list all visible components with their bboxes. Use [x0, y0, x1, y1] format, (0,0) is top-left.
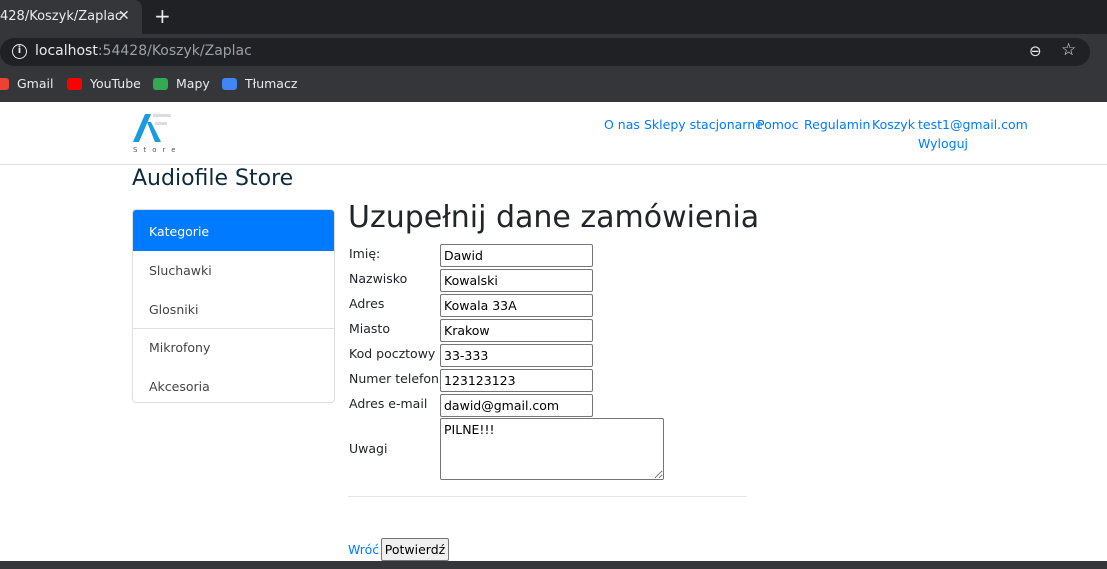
- sidebar-item-akcesoria[interactable]: Akcesoria: [133, 367, 334, 403]
- svg-text:Store: Store: [133, 146, 175, 154]
- bookmark-tlumacz[interactable]: Tłumacz: [222, 76, 297, 91]
- label-nazwisko: Nazwisko: [349, 271, 408, 286]
- sidebar-item-glosniki[interactable]: Glosniki: [133, 290, 334, 329]
- email-input[interactable]: [440, 394, 593, 417]
- bookmark-label: YouTube: [90, 76, 141, 91]
- maps-icon: [153, 78, 168, 90]
- label-kod: Kod pocztowy: [349, 346, 436, 361]
- nav-link-o-nas[interactable]: O nas: [604, 117, 640, 132]
- youtube-icon: [67, 78, 82, 90]
- zoom-icon[interactable]: ⊖: [1029, 42, 1042, 60]
- bookmark-label: Mapy: [176, 76, 210, 91]
- label-imie: Imię:: [349, 246, 381, 261]
- label-uwagi: Uwagi: [349, 441, 388, 456]
- bookmark-mapy[interactable]: Mapy: [153, 76, 210, 91]
- gmail-icon: [0, 78, 9, 90]
- translate-icon: [222, 78, 237, 90]
- back-link[interactable]: Wróć: [348, 542, 379, 557]
- nav-link-pomoc[interactable]: Pomoc: [757, 117, 798, 132]
- bookmark-label: Gmail: [17, 76, 54, 91]
- url-path: :54428/Koszyk/Zaplac: [97, 43, 252, 59]
- bookmark-youtube[interactable]: YouTube: [67, 76, 141, 91]
- nav-link-regulamin[interactable]: Regulamin: [804, 117, 870, 132]
- city-input[interactable]: [440, 319, 593, 342]
- bookmark-label: Tłumacz: [245, 76, 298, 91]
- new-tab-icon[interactable]: +: [154, 4, 171, 28]
- url-text[interactable]: localhost:54428/Koszyk/Zaplac: [35, 43, 252, 59]
- bookmark-gmail[interactable]: Gmail: [0, 76, 53, 91]
- info-icon[interactable]: i: [12, 44, 27, 59]
- sidebar-item-kategorie[interactable]: Kategorie: [133, 210, 334, 251]
- postal-code-input[interactable]: [440, 344, 593, 367]
- sidebar-item-sluchawki[interactable]: Sluchawki: [133, 251, 334, 290]
- bottom-bar: [0, 561, 1107, 569]
- sidebar-item-mikrofony[interactable]: Mikrofony: [133, 328, 334, 367]
- category-sidebar: Kategorie Sluchawki Glosniki Mikrofony A…: [132, 209, 335, 403]
- phone-input[interactable]: [440, 369, 593, 392]
- first-name-input[interactable]: [440, 244, 593, 267]
- nav-link-koszyk[interactable]: Koszyk: [872, 117, 915, 132]
- page-title: Uzupełnij dane zamówienia: [348, 200, 760, 235]
- close-tab-icon[interactable]: ✕: [118, 8, 130, 24]
- tab-title: 428/Koszyk/Zaplac: [0, 9, 123, 24]
- notes-textarea[interactable]: PILNE!!!: [440, 418, 664, 480]
- nav-link-account[interactable]: test1@gmail.com: [918, 117, 1028, 132]
- label-miasto: Miasto: [349, 321, 390, 336]
- url-host: localhost: [35, 43, 98, 59]
- bookmark-star-icon[interactable]: ☆: [1061, 40, 1076, 60]
- last-name-input[interactable]: [440, 269, 593, 292]
- label-adres: Adres: [349, 296, 385, 311]
- divider: [348, 496, 747, 497]
- logout-link[interactable]: Wyloguj: [918, 136, 968, 151]
- nav-link-sklepy[interactable]: Sklepy stacjonarne: [644, 117, 763, 132]
- brand-title[interactable]: Audiofile Store: [132, 166, 293, 191]
- address-input[interactable]: [440, 294, 593, 317]
- label-telefon: Numer telefonu: [349, 371, 447, 386]
- label-email: Adres e-mail: [349, 396, 428, 411]
- confirm-button[interactable]: Potwierdź: [381, 538, 449, 561]
- store-logo[interactable]: Store: [131, 112, 175, 154]
